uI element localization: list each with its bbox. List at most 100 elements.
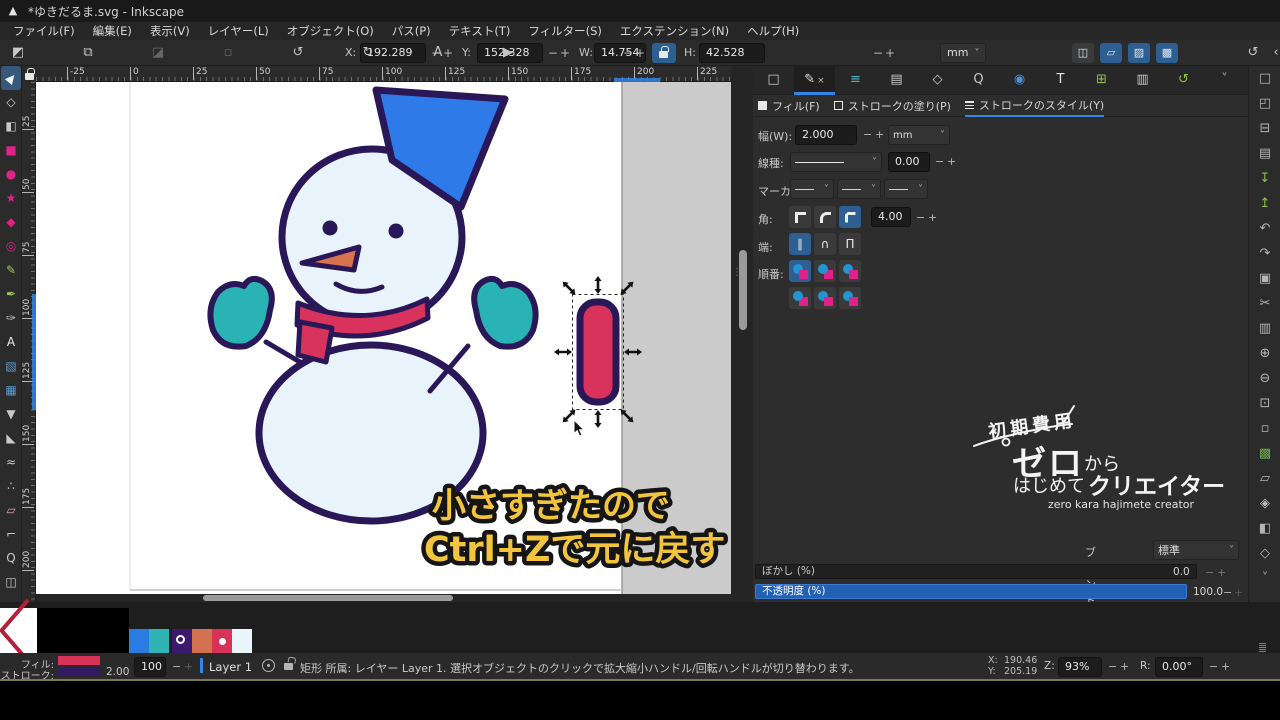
select-all-button[interactable]: ◩ <box>8 43 28 63</box>
blur-slider[interactable]: ぼかし (%) <box>755 564 1197 579</box>
canvas[interactable]: 小さすぎたので Ctrl+Zで元に戻す <box>36 82 731 594</box>
tweak-tool[interactable]: ≈ <box>1 450 21 474</box>
mesh-tool[interactable]: ▦ <box>1 378 21 402</box>
paste-button[interactable]: ▥ <box>1249 316 1280 341</box>
menu-item[interactable]: オブジェクト(O) <box>278 22 383 40</box>
spiral-tool[interactable]: ◎ <box>1 234 21 258</box>
zoom-tool[interactable]: Q <box>1 546 21 570</box>
tab-fill[interactable]: フィル(F) <box>758 95 820 117</box>
rotate-ccw-button[interactable]: ↺ <box>288 43 308 63</box>
eraser-tool[interactable]: ▱ <box>1 498 21 522</box>
menu-item[interactable]: ヘルプ(H) <box>738 22 808 40</box>
paint-order-2-button[interactable] <box>814 260 836 282</box>
cap-round-button[interactable]: ∩ <box>814 233 836 255</box>
snowman-right-eye[interactable] <box>389 224 404 239</box>
layers-tab[interactable]: ≡ <box>835 66 876 95</box>
flip-vertical-button[interactable]: ▶ <box>498 43 518 63</box>
h-plus-button[interactable]: + <box>885 46 895 60</box>
print-button[interactable]: ▤ <box>1249 141 1280 166</box>
undo-history-tab[interactable]: ↺ <box>1163 66 1204 95</box>
join-bevel-button[interactable] <box>839 206 861 228</box>
zoom-out-button[interactable]: ⊖ <box>1249 366 1280 391</box>
tab-stroke-paint[interactable]: ストロークの塗り(P) <box>834 95 951 117</box>
objects-tab[interactable]: ▥ <box>1122 66 1163 95</box>
export-button[interactable]: ↥ <box>1249 191 1280 216</box>
palette-swatch-crimson-fill[interactable] <box>212 629 232 653</box>
palette-swatch-black[interactable] <box>83 608 129 653</box>
palette-swatch-blue[interactable] <box>129 629 149 653</box>
lock-width-height-button[interactable] <box>652 43 676 63</box>
h-input[interactable]: 42.528 <box>699 43 765 63</box>
dash-offset-plus[interactable]: + <box>947 155 956 168</box>
blur-plus[interactable]: + <box>1217 566 1226 579</box>
move-gradients-toggle[interactable]: ◫ <box>1072 43 1094 63</box>
marker-end-dropdown[interactable]: ˅ <box>884 179 928 199</box>
vertical-scrollbar-thumb[interactable] <box>739 250 747 330</box>
palette-swatch-teal[interactable] <box>149 629 169 653</box>
zoom-page-button[interactable]: ▫ <box>1249 416 1280 441</box>
deselect-button[interactable]: ◪ <box>148 43 168 63</box>
zoom-input[interactable]: 93% <box>1058 657 1102 677</box>
zoom-selection-button[interactable]: ⊡ <box>1249 391 1280 416</box>
unit-dropdown[interactable]: mm˅ <box>940 43 986 63</box>
calligraphy-tool[interactable]: ✑ <box>1 306 21 330</box>
text-font-tab[interactable]: T <box>1040 66 1081 95</box>
horizontal-scrollbar-thumb[interactable] <box>203 595 453 601</box>
scale-stroke-toggle[interactable]: ▱ <box>1100 43 1122 63</box>
paint-order-1-button[interactable] <box>789 260 811 282</box>
ellipse-tool[interactable]: ● <box>1 162 21 186</box>
paint-order-3-button[interactable] <box>839 260 861 282</box>
text-tool[interactable]: A <box>1 330 21 354</box>
save-document-button[interactable]: ⊟ <box>1249 116 1280 141</box>
pages-tool[interactable]: ◫ <box>1 570 21 594</box>
copy-button[interactable]: ▣ <box>1249 266 1280 291</box>
opacity-plus-button[interactable]: + <box>184 660 193 673</box>
blur-minus[interactable]: − <box>1205 566 1214 579</box>
menu-item[interactable]: エクステンション(N) <box>611 22 738 40</box>
node-tool[interactable]: ◇ <box>1 90 21 114</box>
stroke-width-input[interactable]: 2.000 <box>795 125 857 145</box>
fill-stroke-tab[interactable]: ✎× <box>794 66 835 95</box>
paint-order-5-button[interactable] <box>814 287 836 309</box>
stroke-width-minus[interactable]: − <box>863 128 872 141</box>
status-stroke-swatch[interactable] <box>58 667 100 676</box>
dash-pattern-dropdown[interactable]: ˅ <box>790 152 882 172</box>
select-all-layers-button[interactable]: ⧉ <box>78 43 98 63</box>
paint-order-4-button[interactable] <box>789 287 811 309</box>
miter-limit-input[interactable]: 4.00 <box>871 207 911 227</box>
object-opacity-input[interactable]: 100 <box>134 657 166 677</box>
fill-color-button[interactable]: ▩ <box>1249 441 1280 466</box>
snowman-scarf-tail[interactable] <box>298 322 332 362</box>
zoom-in-button[interactable]: ⊕ <box>1249 341 1280 366</box>
selector-tool[interactable]: ▶ <box>1 66 21 90</box>
miter-minus[interactable]: − <box>916 211 925 224</box>
import-button[interactable]: ↧ <box>1249 166 1280 191</box>
dash-offset-minus[interactable]: − <box>935 155 944 168</box>
layer-visibility-eye-icon[interactable] <box>262 659 275 672</box>
close-icon[interactable]: × <box>817 76 825 86</box>
menu-item[interactable]: テキスト(T) <box>440 22 520 40</box>
horizontal-scrollbar[interactable] <box>36 594 731 602</box>
selected-rectangle[interactable] <box>580 302 616 402</box>
snap-collapse-chevron[interactable]: ‹ <box>1266 43 1280 63</box>
snap-reset-icon[interactable]: ↺ <box>1243 43 1263 63</box>
current-layer-name[interactable]: Layer 1 <box>209 660 252 674</box>
scale-corners-toggle[interactable]: ▨ <box>1128 43 1150 63</box>
stroke-width-plus[interactable]: + <box>875 128 884 141</box>
join-miter-button[interactable] <box>789 206 811 228</box>
find-replace-tab[interactable]: Q <box>958 66 999 95</box>
star-tool[interactable]: ★ <box>1 186 21 210</box>
opacity-minus-button[interactable]: − <box>172 660 181 673</box>
ruler-corner[interactable] <box>22 66 36 82</box>
dash-offset-input[interactable]: 0.00 <box>888 152 930 172</box>
cut-button[interactable]: ✂ <box>1249 291 1280 316</box>
menu-item[interactable]: フィルター(S) <box>519 22 611 40</box>
duplicate-button[interactable]: ▱ <box>1249 466 1280 491</box>
symbols-tab[interactable]: ◉ <box>999 66 1040 95</box>
align-distribute-tab[interactable]: ⊞ <box>1081 66 1122 95</box>
w-minus-button[interactable]: − <box>623 46 633 60</box>
y-minus-button[interactable]: − <box>548 46 558 60</box>
box-3d-tool[interactable]: ◆ <box>1 210 21 234</box>
rotate-cw-button[interactable]: ↻ <box>358 43 378 63</box>
ungroup-button[interactable]: ◇ <box>1249 541 1280 566</box>
